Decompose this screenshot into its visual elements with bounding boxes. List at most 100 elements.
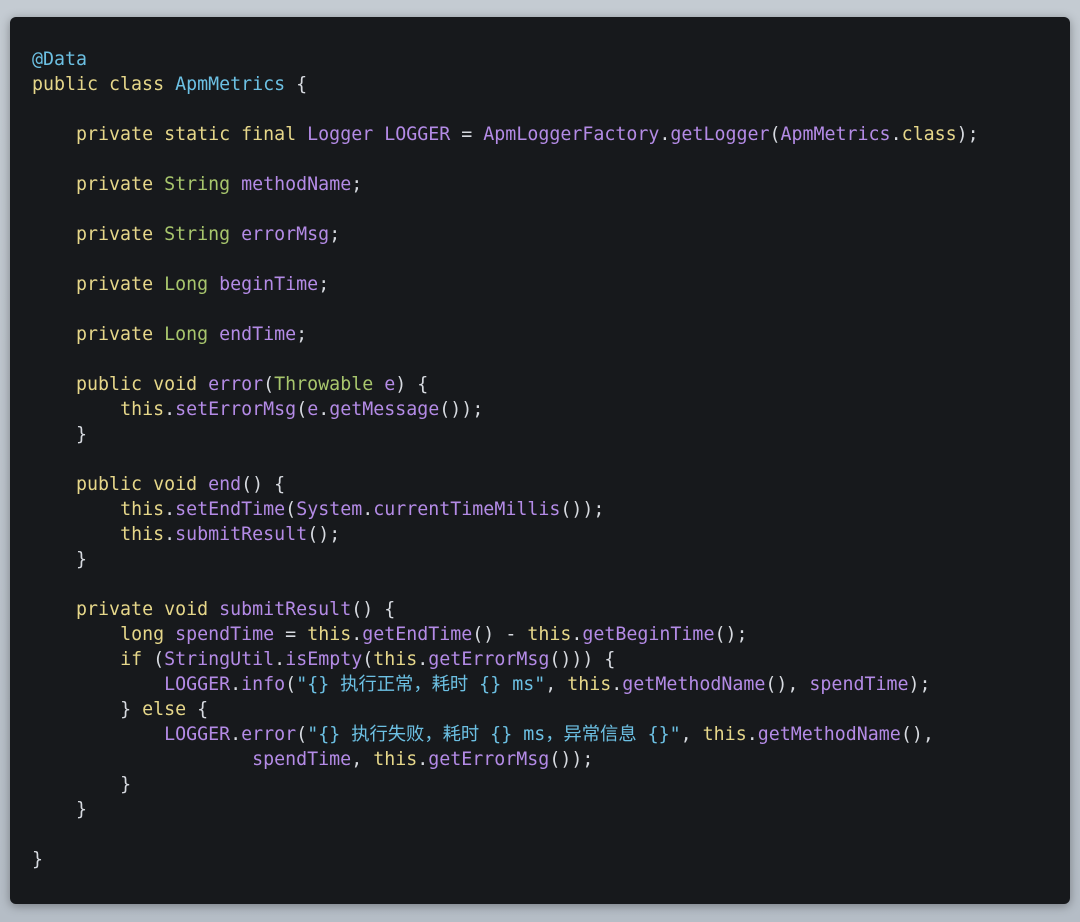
code-token-kw: this bbox=[373, 649, 418, 670]
code-line: public void error(Throwable e) { bbox=[32, 372, 979, 397]
code-line: } bbox=[32, 547, 979, 572]
code-token-id: methodName bbox=[241, 174, 352, 195]
code-token-kw: public void bbox=[76, 374, 209, 395]
code-token-kw: this bbox=[120, 524, 165, 545]
code-token-kw: public void bbox=[76, 474, 209, 495]
code-snippet-window: @Data public class ApmMetrics { private s… bbox=[10, 17, 1070, 904]
code-token-pun: ); bbox=[956, 124, 979, 145]
code-token-fn: setEndTime bbox=[175, 499, 286, 520]
code-token-fn: getErrorMsg bbox=[428, 649, 550, 670]
code-token-kw: private static final bbox=[76, 124, 308, 145]
code-token-kw: this bbox=[527, 624, 572, 645]
code-token-pun: , bbox=[351, 749, 374, 770]
code-line: private String errorMsg; bbox=[32, 222, 979, 247]
code-token-pun: ( bbox=[769, 124, 781, 145]
code-token-fn: submitResult bbox=[175, 524, 308, 545]
code-token-pun: { bbox=[285, 74, 308, 95]
code-token-id: ApmMetrics bbox=[780, 124, 891, 145]
code-token-pun: ( bbox=[362, 649, 374, 670]
code-token-fn: getErrorMsg bbox=[428, 749, 550, 770]
code-token-type: Long bbox=[164, 324, 220, 345]
code-token-fn: currentTimeMillis bbox=[373, 499, 561, 520]
code-token-pun: . bbox=[164, 524, 176, 545]
code-token-id: ApmLoggerFactory bbox=[483, 124, 660, 145]
code-token-pun: . bbox=[890, 124, 902, 145]
code-token-kw: private bbox=[76, 324, 165, 345]
code-token-pun: . bbox=[164, 499, 176, 520]
code-token-pun: . bbox=[351, 624, 363, 645]
code-token-pun: (); bbox=[714, 624, 748, 645]
code-token-kw: else bbox=[142, 699, 187, 720]
code-token-kw: private bbox=[76, 224, 165, 245]
code-token-type: String bbox=[164, 224, 242, 245]
code-token-pun: . bbox=[230, 674, 242, 695]
code-token-type: Long bbox=[164, 274, 220, 295]
code-line: } bbox=[32, 797, 979, 822]
code-token-kw: private void bbox=[76, 599, 220, 620]
code-token-ann: @Data bbox=[32, 49, 88, 70]
code-token-fn: isEmpty bbox=[285, 649, 363, 670]
code-line: spendTime, this.getErrorMsg()); bbox=[32, 747, 979, 772]
code-token-pun: . bbox=[362, 499, 374, 520]
code-token-pun: . bbox=[164, 399, 176, 420]
code-token-pun: () - bbox=[472, 624, 528, 645]
code-token-pun: . bbox=[417, 649, 429, 670]
code-token-kw: if bbox=[120, 649, 154, 670]
code-token-pun: (), bbox=[765, 674, 810, 695]
code-line: public class ApmMetrics { bbox=[32, 72, 979, 97]
code-token-pun: . bbox=[318, 399, 330, 420]
code-token-fn: getEndTime bbox=[362, 624, 473, 645]
code-token-kw: private bbox=[76, 174, 165, 195]
code-token-pun: () { bbox=[241, 474, 286, 495]
code-token-id: LOGGER bbox=[164, 724, 231, 745]
code-token-id: errorMsg bbox=[241, 224, 330, 245]
code-token-pun: . bbox=[571, 624, 583, 645]
code-token-id: spendTime bbox=[252, 749, 352, 770]
code-token-fn: info bbox=[241, 674, 286, 695]
code-line: this.submitResult(); bbox=[32, 522, 979, 547]
code-token-kw: this bbox=[702, 724, 747, 745]
code-token-id: Logger LOGGER bbox=[307, 124, 451, 145]
code-line: private Long beginTime; bbox=[32, 272, 979, 297]
code-line: if (StringUtil.isEmpty(this.getErrorMsg(… bbox=[32, 647, 979, 672]
code-token-pun: ; bbox=[318, 274, 330, 295]
code-token-id: LOGGER bbox=[164, 674, 231, 695]
code-token-kw: class bbox=[901, 124, 957, 145]
code-token-fn: submitResult bbox=[219, 599, 352, 620]
code-token-id: beginTime bbox=[219, 274, 319, 295]
code-token-pun: ( bbox=[296, 724, 308, 745]
code-token-pun: , bbox=[545, 674, 568, 695]
code-token-pun: ()); bbox=[560, 499, 605, 520]
code-token-fn: end bbox=[208, 474, 242, 495]
code-token-pun: } bbox=[120, 774, 132, 795]
code-line: LOGGER.error("{} 执行失败，耗时 {} ms，异常信息 {}",… bbox=[32, 722, 979, 747]
code-token-pun: . bbox=[417, 749, 429, 770]
code-token-pun: . bbox=[230, 724, 242, 745]
code-token-pun: ; bbox=[329, 224, 341, 245]
code-token-kw: this bbox=[120, 399, 165, 420]
code-token-fn: getMethodName bbox=[757, 724, 901, 745]
code-token-pun: . bbox=[659, 124, 671, 145]
code-token-pun: ; bbox=[351, 174, 363, 195]
code-token-id: e bbox=[307, 399, 319, 420]
code-token-cls: ApmMetrics bbox=[175, 74, 286, 95]
code-token-pun: ( bbox=[153, 649, 165, 670]
